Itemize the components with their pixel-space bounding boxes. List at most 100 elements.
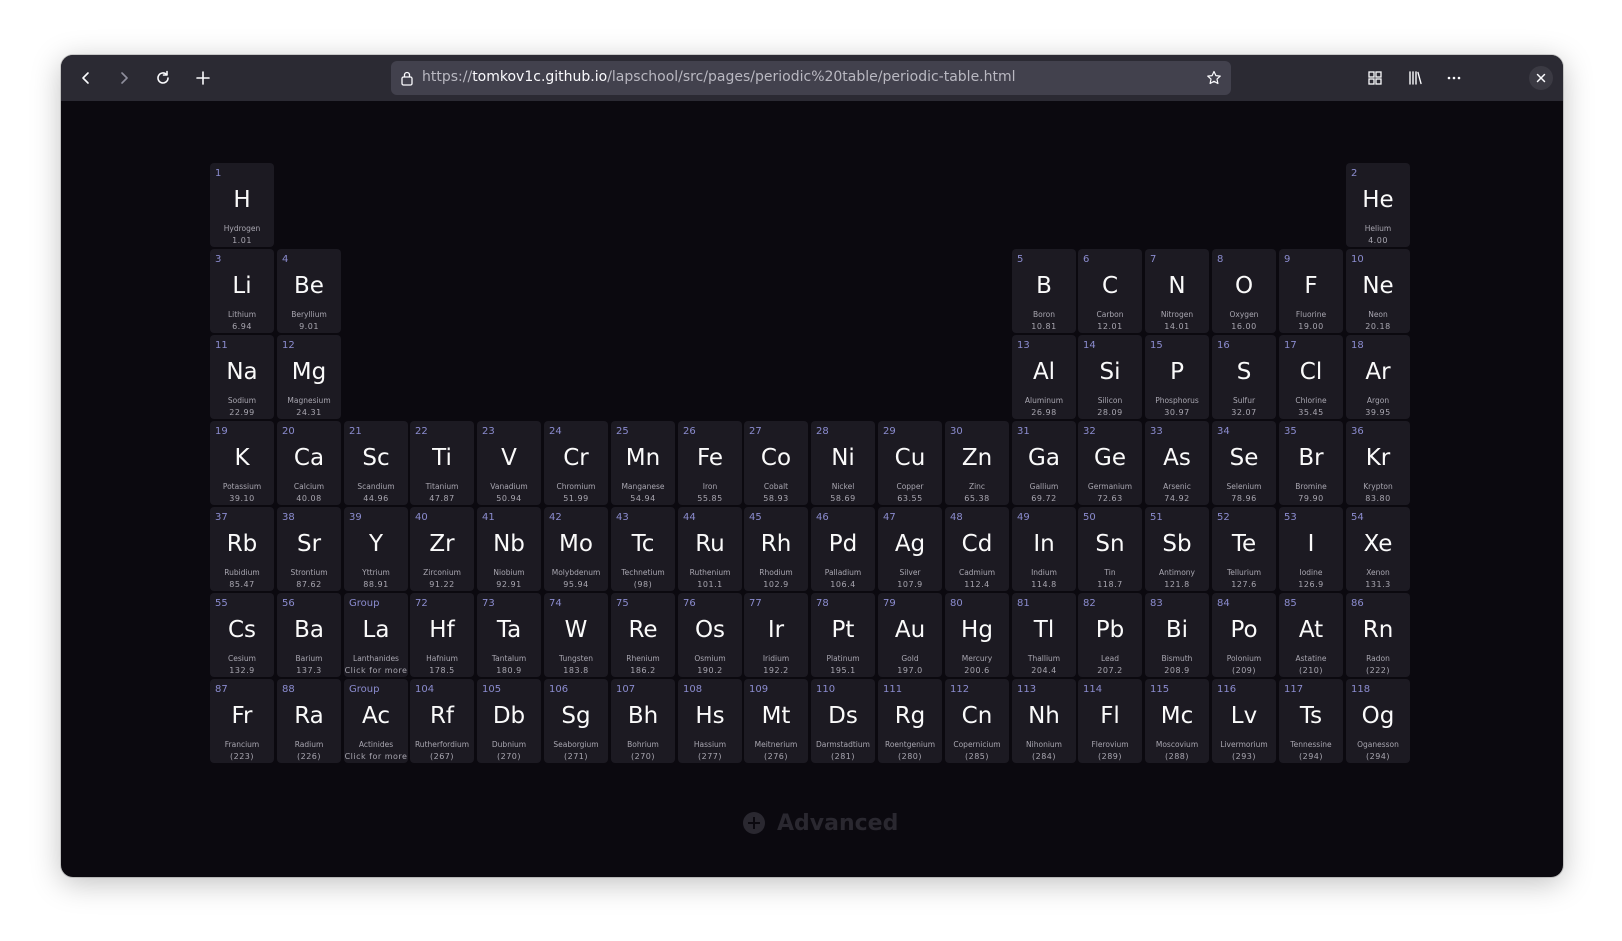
- element-tile-ba[interactable]: 56 Ba Barium 137.3: [277, 593, 341, 677]
- element-tile-ra[interactable]: 88 Ra Radium (226): [277, 679, 341, 763]
- element-tile-se[interactable]: 34 Se Selenium 78.96: [1212, 421, 1276, 505]
- element-tile-sg[interactable]: 106 Sg Seaborgium (271): [544, 679, 608, 763]
- element-tile-ti[interactable]: 22 Ti Titanium 47.87: [410, 421, 474, 505]
- element-tile-at[interactable]: 85 At Astatine (210): [1279, 593, 1343, 677]
- advanced-button[interactable]: Advanced: [743, 808, 898, 838]
- element-tile-cd[interactable]: 48 Cd Cadmium 112.4: [945, 507, 1009, 591]
- element-tile-p[interactable]: 15 P Phosphorus 30.97: [1145, 335, 1209, 419]
- element-tile-ne[interactable]: 10 Ne Neon 20.18: [1346, 249, 1410, 333]
- element-tile-nb[interactable]: 41 Nb Niobium 92.91: [477, 507, 541, 591]
- element-tile-li[interactable]: 3 Li Lithium 6.94: [210, 249, 274, 333]
- element-tile-nh[interactable]: 113 Nh Nihonium (284): [1012, 679, 1076, 763]
- element-tile-f[interactable]: 9 F Fluorine 19.00: [1279, 249, 1343, 333]
- element-tile-zn[interactable]: 30 Zn Zinc 65.38: [945, 421, 1009, 505]
- element-tile-v[interactable]: 23 V Vanadium 50.94: [477, 421, 541, 505]
- element-tile-i[interactable]: 53 I Iodine 126.9: [1279, 507, 1343, 591]
- element-tile-na[interactable]: 11 Na Sodium 22.99: [210, 335, 274, 419]
- element-tile-ga[interactable]: 31 Ga Gallium 69.72: [1012, 421, 1076, 505]
- element-tile-ni[interactable]: 28 Ni Nickel 58.69: [811, 421, 875, 505]
- element-tile-w[interactable]: 74 W Tungsten 183.8: [544, 593, 608, 677]
- element-tile-og[interactable]: 118 Og Oganesson (294): [1346, 679, 1410, 763]
- element-tile-sn[interactable]: 50 Sn Tin 118.7: [1078, 507, 1142, 591]
- element-tile-pb[interactable]: 82 Pb Lead 207.2: [1078, 593, 1142, 677]
- element-tile-hf[interactable]: 72 Hf Hafnium 178.5: [410, 593, 474, 677]
- element-tile-cr[interactable]: 24 Cr Chromium 51.99: [544, 421, 608, 505]
- element-tile-sb[interactable]: 51 Sb Antimony 121.8: [1145, 507, 1209, 591]
- element-tile-lv[interactable]: 116 Lv Livermorium (293): [1212, 679, 1276, 763]
- element-tile-rb[interactable]: 37 Rb Rubidium 85.47: [210, 507, 274, 591]
- element-tile-b[interactable]: 5 B Boron 10.81: [1012, 249, 1076, 333]
- element-tile-k[interactable]: 19 K Potassium 39.10: [210, 421, 274, 505]
- element-tile-ta[interactable]: 73 Ta Tantalum 180.9: [477, 593, 541, 677]
- element-tile-hg[interactable]: 80 Hg Mercury 200.6: [945, 593, 1009, 677]
- element-tile-co[interactable]: 27 Co Cobalt 58.93: [744, 421, 808, 505]
- element-tile-al[interactable]: 13 Al Aluminum 26.98: [1012, 335, 1076, 419]
- element-tile-n[interactable]: 7 N Nitrogen 14.01: [1145, 249, 1209, 333]
- element-tile-ar[interactable]: 18 Ar Argon 39.95: [1346, 335, 1410, 419]
- element-tile-br[interactable]: 35 Br Bromine 79.90: [1279, 421, 1343, 505]
- element-tile-la[interactable]: Group La Lanthanides Click for more: [344, 593, 408, 677]
- close-icon[interactable]: [1529, 66, 1553, 90]
- element-tile-cs[interactable]: 55 Cs Cesium 132.9: [210, 593, 274, 677]
- element-tile-kr[interactable]: 36 Kr Krypton 83.80: [1346, 421, 1410, 505]
- element-tile-ca[interactable]: 20 Ca Calcium 40.08: [277, 421, 341, 505]
- element-tile-fr[interactable]: 87 Fr Francium (223): [210, 679, 274, 763]
- element-tile-re[interactable]: 75 Re Rhenium 186.2: [611, 593, 675, 677]
- element-tile-pt[interactable]: 78 Pt Platinum 195.1: [811, 593, 875, 677]
- new-tab-icon[interactable]: [189, 64, 217, 92]
- element-tile-au[interactable]: 79 Au Gold 197.0: [878, 593, 942, 677]
- element-tile-db[interactable]: 105 Db Dubnium (270): [477, 679, 541, 763]
- element-tile-fl[interactable]: 114 Fl Flerovium (289): [1078, 679, 1142, 763]
- element-tile-o[interactable]: 8 O Oxygen 16.00: [1212, 249, 1276, 333]
- element-tile-zr[interactable]: 40 Zr Zirconium 91.22: [410, 507, 474, 591]
- element-tile-ru[interactable]: 44 Ru Ruthenium 101.1: [678, 507, 742, 591]
- element-tile-s[interactable]: 16 S Sulfur 32.07: [1212, 335, 1276, 419]
- element-tile-as[interactable]: 33 As Arsenic 74.92: [1145, 421, 1209, 505]
- element-tile-mn[interactable]: 25 Mn Manganese 54.94: [611, 421, 675, 505]
- element-tile-h[interactable]: 1 H Hydrogen 1.01: [210, 163, 274, 247]
- element-tile-rf[interactable]: 104 Rf Rutherfordium (267): [410, 679, 474, 763]
- bookmark-star-icon[interactable]: [1203, 67, 1225, 89]
- element-tile-bi[interactable]: 83 Bi Bismuth 208.9: [1145, 593, 1209, 677]
- element-tile-he[interactable]: 2 He Helium 4.00: [1346, 163, 1410, 247]
- element-tile-tc[interactable]: 43 Tc Technetium (98): [611, 507, 675, 591]
- library-icon[interactable]: [1401, 64, 1429, 92]
- element-tile-cl[interactable]: 17 Cl Chlorine 35.45: [1279, 335, 1343, 419]
- element-tile-sr[interactable]: 38 Sr Strontium 87.62: [277, 507, 341, 591]
- element-tile-cn[interactable]: 112 Cn Copernicium (285): [945, 679, 1009, 763]
- url-bar[interactable]: https://tomkov1c.github.io/lapschool/src…: [391, 61, 1231, 95]
- reload-icon[interactable]: [149, 64, 177, 92]
- element-tile-in[interactable]: 49 In Indium 114.8: [1012, 507, 1076, 591]
- element-tile-mc[interactable]: 115 Mc Moscovium (288): [1145, 679, 1209, 763]
- element-tile-rg[interactable]: 111 Rg Roentgenium (280): [878, 679, 942, 763]
- element-tile-ds[interactable]: 110 Ds Darmstadtium (281): [811, 679, 875, 763]
- element-tile-mt[interactable]: 109 Mt Meitnerium (276): [744, 679, 808, 763]
- element-tile-ts[interactable]: 117 Ts Tennessine (294): [1279, 679, 1343, 763]
- element-tile-hs[interactable]: 108 Hs Hassium (277): [678, 679, 742, 763]
- element-tile-te[interactable]: 52 Te Tellurium 127.6: [1212, 507, 1276, 591]
- element-tile-xe[interactable]: 54 Xe Xenon 131.3: [1346, 507, 1410, 591]
- element-tile-cu[interactable]: 29 Cu Copper 63.55: [878, 421, 942, 505]
- element-tile-pd[interactable]: 46 Pd Palladium 106.4: [811, 507, 875, 591]
- element-tile-mg[interactable]: 12 Mg Magnesium 24.31: [277, 335, 341, 419]
- element-tile-ir[interactable]: 77 Ir Iridium 192.2: [744, 593, 808, 677]
- element-tile-rh[interactable]: 45 Rh Rhodium 102.9: [744, 507, 808, 591]
- element-tile-ac[interactable]: Group Ac Actinides Click for more: [344, 679, 408, 763]
- element-tile-ag[interactable]: 47 Ag Silver 107.9: [878, 507, 942, 591]
- element-tile-mo[interactable]: 42 Mo Molybdenum 95.94: [544, 507, 608, 591]
- element-tile-po[interactable]: 84 Po Polonium (209): [1212, 593, 1276, 677]
- element-tile-be[interactable]: 4 Be Beryllium 9.01: [277, 249, 341, 333]
- element-tile-fe[interactable]: 26 Fe Iron 55.85: [678, 421, 742, 505]
- element-tile-bh[interactable]: 107 Bh Bohrium (270): [611, 679, 675, 763]
- element-tile-tl[interactable]: 81 Tl Thallium 204.4: [1012, 593, 1076, 677]
- extensions-grid-icon[interactable]: [1361, 64, 1389, 92]
- element-tile-rn[interactable]: 86 Rn Radon (222): [1346, 593, 1410, 677]
- element-tile-sc[interactable]: 21 Sc Scandium 44.96: [344, 421, 408, 505]
- element-tile-si[interactable]: 14 Si Silicon 28.09: [1078, 335, 1142, 419]
- menu-dots-icon[interactable]: [1440, 64, 1468, 92]
- element-tile-os[interactable]: 76 Os Osmium 190.2: [678, 593, 742, 677]
- element-tile-y[interactable]: 39 Y Yttrium 88.91: [344, 507, 408, 591]
- forward-icon[interactable]: [110, 64, 138, 92]
- back-icon[interactable]: [72, 64, 100, 92]
- element-tile-c[interactable]: 6 C Carbon 12.01: [1078, 249, 1142, 333]
